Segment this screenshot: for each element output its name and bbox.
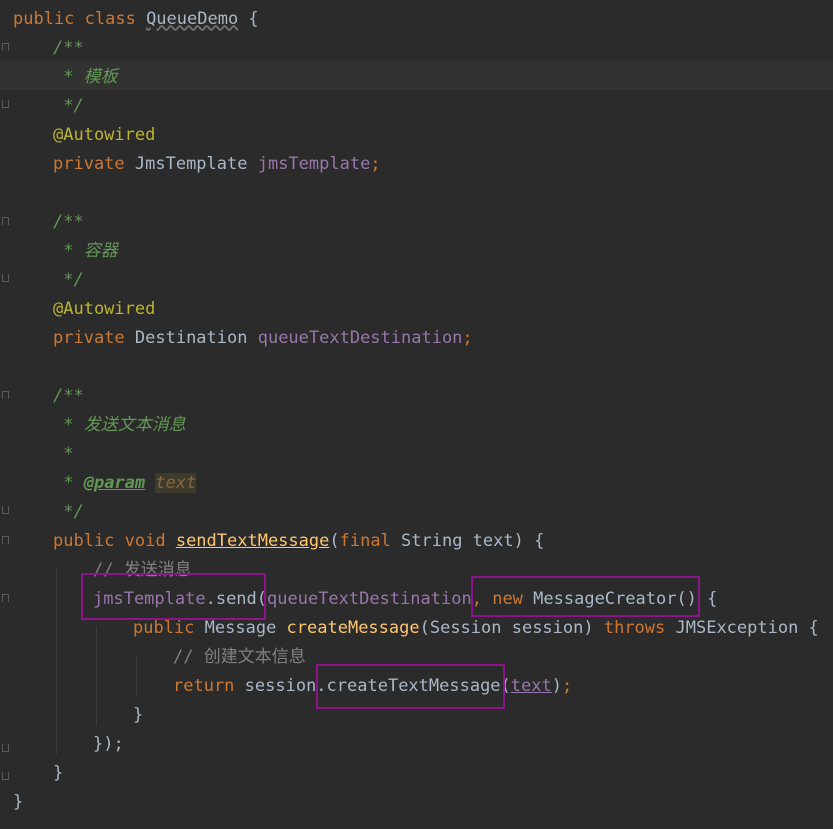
doc-comment-line: * xyxy=(53,444,74,464)
field-name: queueTextDestination xyxy=(267,589,472,609)
doc-comment-line: */ xyxy=(53,502,84,522)
class-name: QueueDemo xyxy=(146,9,239,29)
highlight-box-createtextmessage xyxy=(316,664,505,709)
keyword: public xyxy=(133,618,205,638)
exception-type: JMSException { xyxy=(675,618,819,638)
variable: session. xyxy=(244,676,327,696)
code-line: } xyxy=(133,705,144,725)
annotation-line: @Autowired xyxy=(53,125,156,145)
paren: ( xyxy=(329,531,340,551)
fold-end-icon[interactable] xyxy=(2,100,9,108)
code-line: public class QueueDemo { xyxy=(13,5,259,34)
semicolon: ; xyxy=(370,154,381,174)
keyword: public void xyxy=(53,531,176,551)
type-name: Destination xyxy=(134,328,258,348)
current-line-highlight xyxy=(0,61,833,90)
field-name: queueTextDestination xyxy=(257,328,463,348)
parameters: String text) { xyxy=(401,531,545,551)
fold-icon[interactable] xyxy=(2,536,9,544)
javadoc-param-name: text xyxy=(155,473,197,493)
type-name: Message xyxy=(204,618,287,638)
doc-comment-line: /** xyxy=(53,38,84,58)
keyword: private xyxy=(53,328,135,348)
fold-end-icon[interactable] xyxy=(2,772,9,780)
doc-comment-line: /** xyxy=(53,386,84,406)
keyword: throws xyxy=(603,618,676,638)
doc-comment-line: * 容器 xyxy=(53,241,118,261)
keyword: private xyxy=(53,154,135,174)
brace: { xyxy=(238,9,259,29)
indent-guide xyxy=(96,626,97,726)
fold-icon[interactable] xyxy=(2,391,9,399)
paren: ) xyxy=(551,676,562,696)
fold-icon[interactable] xyxy=(2,217,9,225)
doc-comment-line: */ xyxy=(53,96,84,116)
code-line: private JmsTemplate jmsTemplate; xyxy=(53,150,381,179)
javadoc-param-tag: @param xyxy=(83,473,146,493)
doc-comment-line: /** xyxy=(53,212,84,232)
fold-end-icon[interactable] xyxy=(2,744,9,752)
parameters: (Session session) xyxy=(419,618,604,638)
code-line: } xyxy=(13,792,24,812)
code-line: }); xyxy=(93,734,124,754)
doc-comment-line: * @param text xyxy=(53,469,197,498)
highlight-box-new-messagecreator xyxy=(471,576,700,617)
fold-icon[interactable] xyxy=(2,594,9,602)
code-line: private Destination queueTextDestination… xyxy=(53,324,473,353)
indent-guide xyxy=(136,655,137,697)
annotation-line: @Autowired xyxy=(53,299,156,319)
fold-end-icon[interactable] xyxy=(2,274,9,282)
highlight-box-jmstemplate-send xyxy=(81,573,266,620)
method-name: sendTextMessage xyxy=(175,531,330,551)
type-name: JmsTemplate xyxy=(134,154,258,174)
doc-comment-line: * 发送文本消息 xyxy=(53,415,186,435)
code-editor[interactable]: public class QueueDemo { /** * 模板 */ @Au… xyxy=(0,0,833,829)
doc-comment-line: * 模板 xyxy=(53,67,118,87)
keyword: final xyxy=(339,531,402,551)
doc-comment-line: */ xyxy=(53,270,84,290)
semicolon: ; xyxy=(561,676,573,696)
argument: text xyxy=(510,676,552,696)
indent-guide xyxy=(56,568,57,754)
comment-prefix: * xyxy=(53,473,84,493)
keyword: return xyxy=(173,676,245,696)
code-line: public void sendTextMessage(final String… xyxy=(53,527,544,556)
method-name: createMessage xyxy=(286,618,420,638)
keyword: public class xyxy=(13,9,147,29)
field-name: jmsTemplate xyxy=(257,154,371,174)
fold-end-icon[interactable] xyxy=(2,506,9,514)
fold-icon[interactable] xyxy=(2,43,9,51)
line-comment: // 创建文本信息 xyxy=(173,647,306,667)
semicolon: ; xyxy=(462,328,473,348)
code-line: } xyxy=(53,763,64,783)
